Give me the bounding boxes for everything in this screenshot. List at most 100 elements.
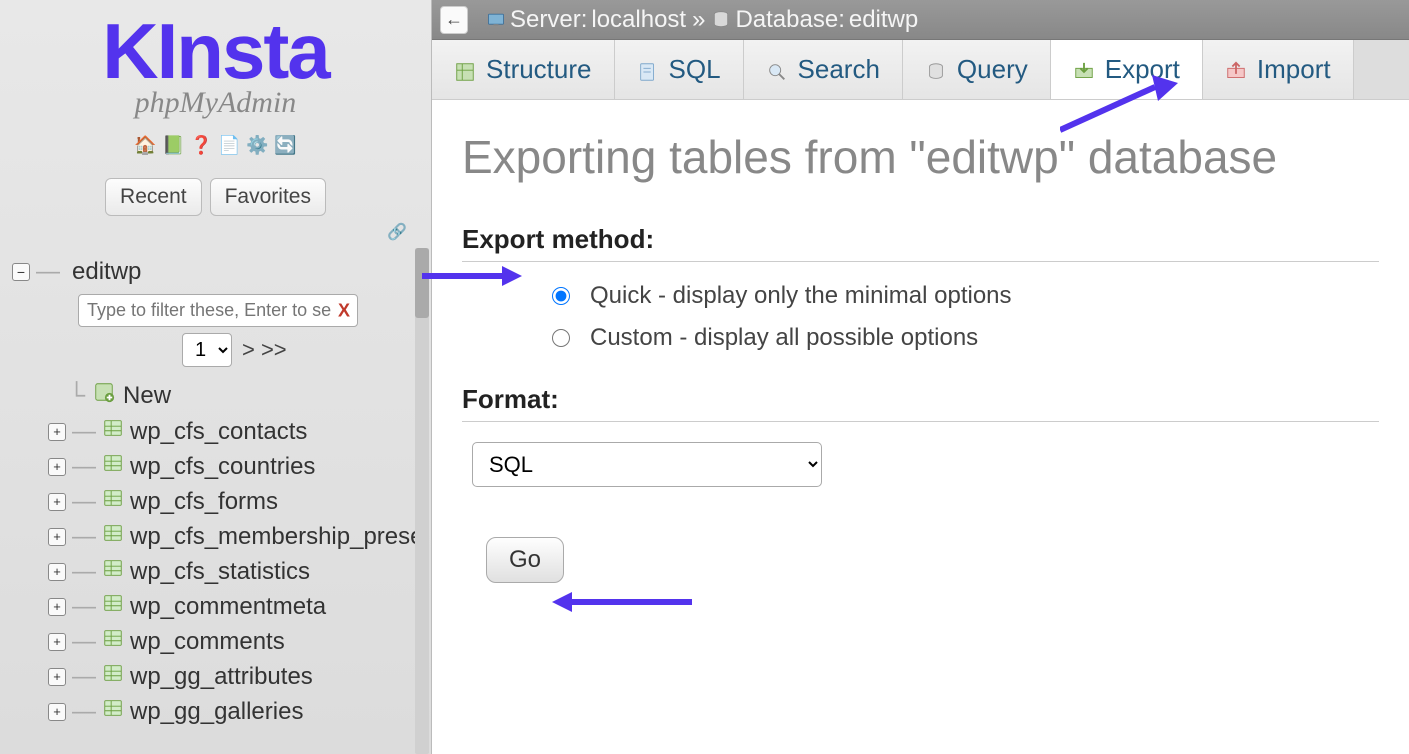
table-row[interactable]: + — wp_cfs_statistics — [48, 554, 427, 589]
link-icon[interactable]: 🔗 — [0, 216, 431, 248]
export-method-custom[interactable]: Custom - display all possible options — [552, 324, 1379, 352]
table-icon — [102, 417, 124, 446]
expand-icon[interactable]: + — [48, 668, 66, 686]
tree-filter-input[interactable] — [78, 294, 358, 327]
expand-icon[interactable]: + — [48, 598, 66, 616]
tab-structure[interactable]: Structure — [432, 40, 615, 99]
expand-icon[interactable]: + — [48, 633, 66, 651]
table-row[interactable]: + — wp_gg_galleries — [48, 694, 427, 729]
new-label: New — [123, 382, 171, 410]
tab-query[interactable]: Query — [903, 40, 1051, 99]
breadcrumb-separator: » — [692, 6, 705, 34]
table-icon — [102, 452, 124, 481]
sidebar-scrollbar[interactable] — [415, 248, 429, 754]
tab-label: SQL — [669, 54, 721, 85]
radio-quick-input[interactable] — [552, 287, 570, 305]
tree-line-icon: — — [72, 488, 96, 516]
table-name-label: wp_gg_galleries — [130, 698, 303, 726]
exit-icon[interactable]: 📗 — [163, 134, 185, 156]
table-icon — [102, 697, 124, 726]
table-icon — [102, 557, 124, 586]
tree-line-icon: — — [72, 698, 96, 726]
main-panel: ← Server: localhost » Database: editwp S… — [432, 0, 1409, 754]
export-method-quick[interactable]: Quick - display only the minimal options — [552, 282, 1379, 310]
expand-icon[interactable]: + — [48, 423, 66, 441]
collapse-icon[interactable]: − — [12, 263, 30, 281]
breadcrumb: ← Server: localhost » Database: editwp — [432, 0, 1409, 40]
help-icon[interactable]: ❓ — [191, 134, 213, 156]
tree-line-icon: └ — [68, 382, 85, 410]
table-name-label: wp_commentmeta — [130, 593, 326, 621]
db-tree: − — editwp X 1 > >> └ New + — [0, 248, 431, 754]
home-icon[interactable]: 🏠 — [135, 134, 157, 156]
recent-button[interactable]: Recent — [105, 178, 202, 216]
docs-icon[interactable]: 📄 — [219, 134, 241, 156]
tree-line-icon: — — [72, 628, 96, 656]
table-name-label: wp_cfs_statistics — [130, 558, 310, 586]
settings-icon[interactable]: ⚙️ — [247, 134, 269, 156]
table-name-label: wp_cfs_contacts — [130, 418, 307, 446]
reload-icon[interactable]: 🔄 — [275, 134, 297, 156]
tree-pager-next[interactable]: > >> — [242, 337, 287, 363]
table-name-label: wp_cfs_membership_prese — [130, 523, 423, 551]
expand-icon[interactable]: + — [48, 528, 66, 546]
tree-line-icon: — — [72, 663, 96, 691]
search-icon — [766, 59, 788, 81]
tab-import[interactable]: Import — [1203, 40, 1354, 99]
sidebar: KInsta phpMyAdmin 🏠 📗 ❓ 📄 ⚙️ 🔄 Recent Fa… — [0, 0, 432, 754]
db-value[interactable]: editwp — [849, 6, 918, 34]
tab-search[interactable]: Search — [744, 40, 903, 99]
brand-logo: KInsta — [0, 18, 431, 84]
new-table-row[interactable]: └ New — [68, 377, 427, 414]
query-icon — [925, 59, 947, 81]
server-value[interactable]: localhost — [591, 6, 686, 34]
db-root-row[interactable]: − — editwp — [12, 256, 427, 288]
clear-filter-icon[interactable]: X — [338, 300, 350, 321]
tree-page-select[interactable]: 1 — [182, 333, 232, 367]
tree-line-icon: — — [72, 523, 96, 551]
expand-icon[interactable]: + — [48, 563, 66, 581]
sql-icon — [637, 59, 659, 81]
table-name-label: wp_cfs_forms — [130, 488, 278, 516]
table-name-label: wp_cfs_countries — [130, 453, 315, 481]
format-heading: Format: — [462, 384, 1379, 422]
table-name-label: wp_gg_attributes — [130, 663, 313, 691]
phpmyadmin-subtitle: phpMyAdmin — [0, 86, 431, 120]
table-icon — [102, 627, 124, 656]
radio-quick-label: Quick - display only the minimal options — [590, 282, 1012, 310]
table-icon — [102, 522, 124, 551]
tree-line-icon: — — [72, 453, 96, 481]
tree-line-icon: — — [36, 258, 60, 286]
tree-line-icon: — — [72, 418, 96, 446]
table-row[interactable]: + — wp_cfs_countries — [48, 449, 427, 484]
expand-icon[interactable]: + — [48, 703, 66, 721]
database-icon — [711, 6, 731, 34]
table-row[interactable]: + — wp_cfs_forms — [48, 484, 427, 519]
tab-label: Query — [957, 54, 1028, 85]
tab-bar: Structure SQL Search Query Export Import — [432, 40, 1409, 100]
table-row[interactable]: + — wp_comments — [48, 624, 427, 659]
table-name-label: wp_comments — [130, 628, 285, 656]
server-icon — [486, 6, 506, 34]
db-label: Database: — [735, 6, 844, 34]
import-icon — [1225, 59, 1247, 81]
export-icon — [1073, 59, 1095, 81]
table-row[interactable]: + — wp_gg_attributes — [48, 659, 427, 694]
tree-line-icon: — — [72, 558, 96, 586]
tab-label: Import — [1257, 54, 1331, 85]
go-button[interactable]: Go — [486, 537, 564, 583]
tab-export[interactable]: Export — [1051, 40, 1203, 99]
tab-sql[interactable]: SQL — [615, 40, 744, 99]
format-select[interactable]: SQL — [472, 442, 822, 487]
table-row[interactable]: + — wp_commentmeta — [48, 589, 427, 624]
content-area: Exporting tables from "editwp" database … — [432, 100, 1409, 613]
back-button[interactable]: ← — [440, 6, 468, 34]
expand-icon[interactable]: + — [48, 458, 66, 476]
page-title: Exporting tables from "editwp" database — [462, 130, 1379, 184]
favorites-button[interactable]: Favorites — [210, 178, 326, 216]
table-row[interactable]: + — wp_cfs_membership_prese — [48, 519, 427, 554]
expand-icon[interactable]: + — [48, 493, 66, 511]
export-method-heading: Export method: — [462, 224, 1379, 262]
radio-custom-input[interactable] — [552, 329, 570, 347]
table-row[interactable]: + — wp_cfs_contacts — [48, 414, 427, 449]
